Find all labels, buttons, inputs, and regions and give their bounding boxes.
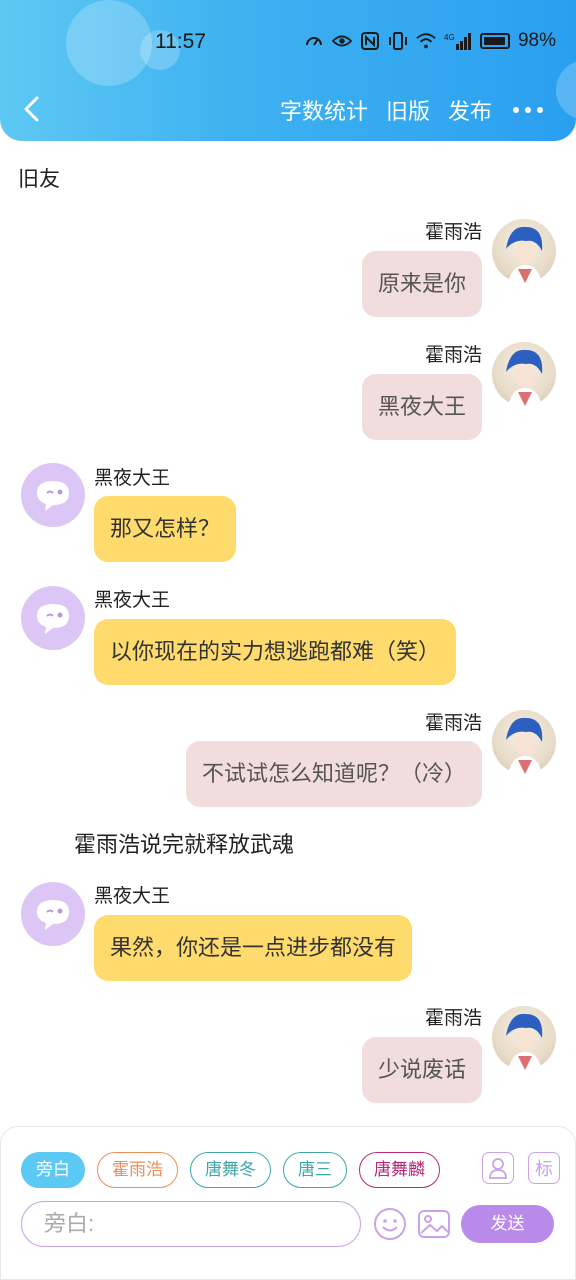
character-manage-icon[interactable] [482, 1152, 514, 1184]
speaker-name: 霍雨浩 [424, 222, 482, 243]
character-chip[interactable]: 唐舞冬 [190, 1152, 271, 1188]
chat-area: 旧友 霍雨浩 原来是你 霍雨浩 黑夜大王 黑夜大王 那又怎样？ 黑夜大王 以你现… [0, 141, 576, 1126]
speed-icon [304, 31, 324, 51]
speaker-name: 霍雨浩 [424, 345, 482, 366]
message-bubble[interactable]: 少说废话 [361, 1037, 482, 1103]
message-input-wrapper [21, 1201, 361, 1247]
ghost-icon [37, 604, 69, 634]
label-icon[interactable]: 标 [528, 1152, 560, 1184]
narration-text[interactable]: 霍雨浩说完就释放武魂 [74, 827, 294, 859]
back-icon[interactable] [18, 94, 48, 124]
nfc-icon [360, 31, 380, 51]
message-bubble[interactable]: 以你现在的实力想逃跑都难（笑） [94, 619, 457, 685]
nav-actions: 字数统计 旧版 发布 [280, 94, 546, 126]
avatar[interactable] [492, 710, 556, 774]
avatar[interactable] [492, 219, 556, 283]
wifi-icon [416, 31, 436, 51]
word-count-button[interactable]: 字数统计 [280, 94, 368, 126]
ghost-icon [37, 900, 69, 930]
status-icons: 4G 98% [304, 30, 556, 52]
publish-button[interactable]: 发布 [448, 94, 492, 126]
message-bubble[interactable]: 那又怎样？ [94, 496, 237, 562]
send-button[interactable]: 发送 [461, 1205, 554, 1243]
character-chip[interactable]: 唐三 [283, 1152, 347, 1188]
network-type: 4G [444, 33, 455, 42]
story-title: 旧友 [18, 168, 60, 191]
speaker-name: 黑夜大王 [94, 468, 171, 489]
speaker-name: 黑夜大王 [94, 886, 171, 907]
vibrate-icon [388, 31, 408, 51]
character-chip-narrator[interactable]: 旁白 [21, 1152, 85, 1188]
message-input[interactable] [44, 1211, 344, 1237]
avatar[interactable] [21, 586, 85, 650]
message-bubble[interactable]: 黑夜大王 [361, 374, 482, 440]
message-bubble[interactable]: 原来是你 [361, 251, 482, 317]
ghost-icon [37, 481, 69, 511]
status-bar: 11:57 4G 98% [0, 0, 576, 86]
message-bubble[interactable]: 果然，你还是一点进步都没有 [94, 915, 413, 981]
old-version-button[interactable]: 旧版 [386, 94, 430, 126]
avatar[interactable] [21, 463, 85, 527]
navbar: 字数统计 旧版 发布 [0, 86, 576, 136]
speaker-name: 霍雨浩 [424, 713, 482, 734]
speaker-name: 黑夜大王 [94, 590, 171, 611]
avatar[interactable] [492, 1006, 556, 1070]
header: 11:57 4G 98% 字数统计 旧版 发布 [0, 0, 576, 141]
avatar[interactable] [21, 882, 85, 946]
battery-percent: 98% [517, 30, 556, 51]
composer-panel: 旁白 霍雨浩 唐舞冬 唐三 唐舞麟 标 发送 [0, 1126, 576, 1280]
speaker-name: 霍雨浩 [424, 1008, 482, 1029]
character-chip[interactable]: 霍雨浩 [97, 1152, 178, 1188]
more-icon[interactable] [510, 98, 546, 122]
avatar[interactable] [492, 342, 556, 406]
message-bubble[interactable]: 不试试怎么知道呢？（冷） [185, 741, 482, 807]
signal-icon: 4G [444, 31, 472, 51]
character-selector: 旁白 霍雨浩 唐舞冬 唐三 唐舞麟 [21, 1152, 440, 1188]
battery-icon [479, 33, 510, 49]
image-icon[interactable] [417, 1207, 451, 1241]
status-time: 11:57 [155, 30, 206, 53]
emoji-icon[interactable] [373, 1207, 407, 1241]
character-chip[interactable]: 唐舞麟 [359, 1152, 440, 1188]
eye-icon [331, 31, 352, 51]
